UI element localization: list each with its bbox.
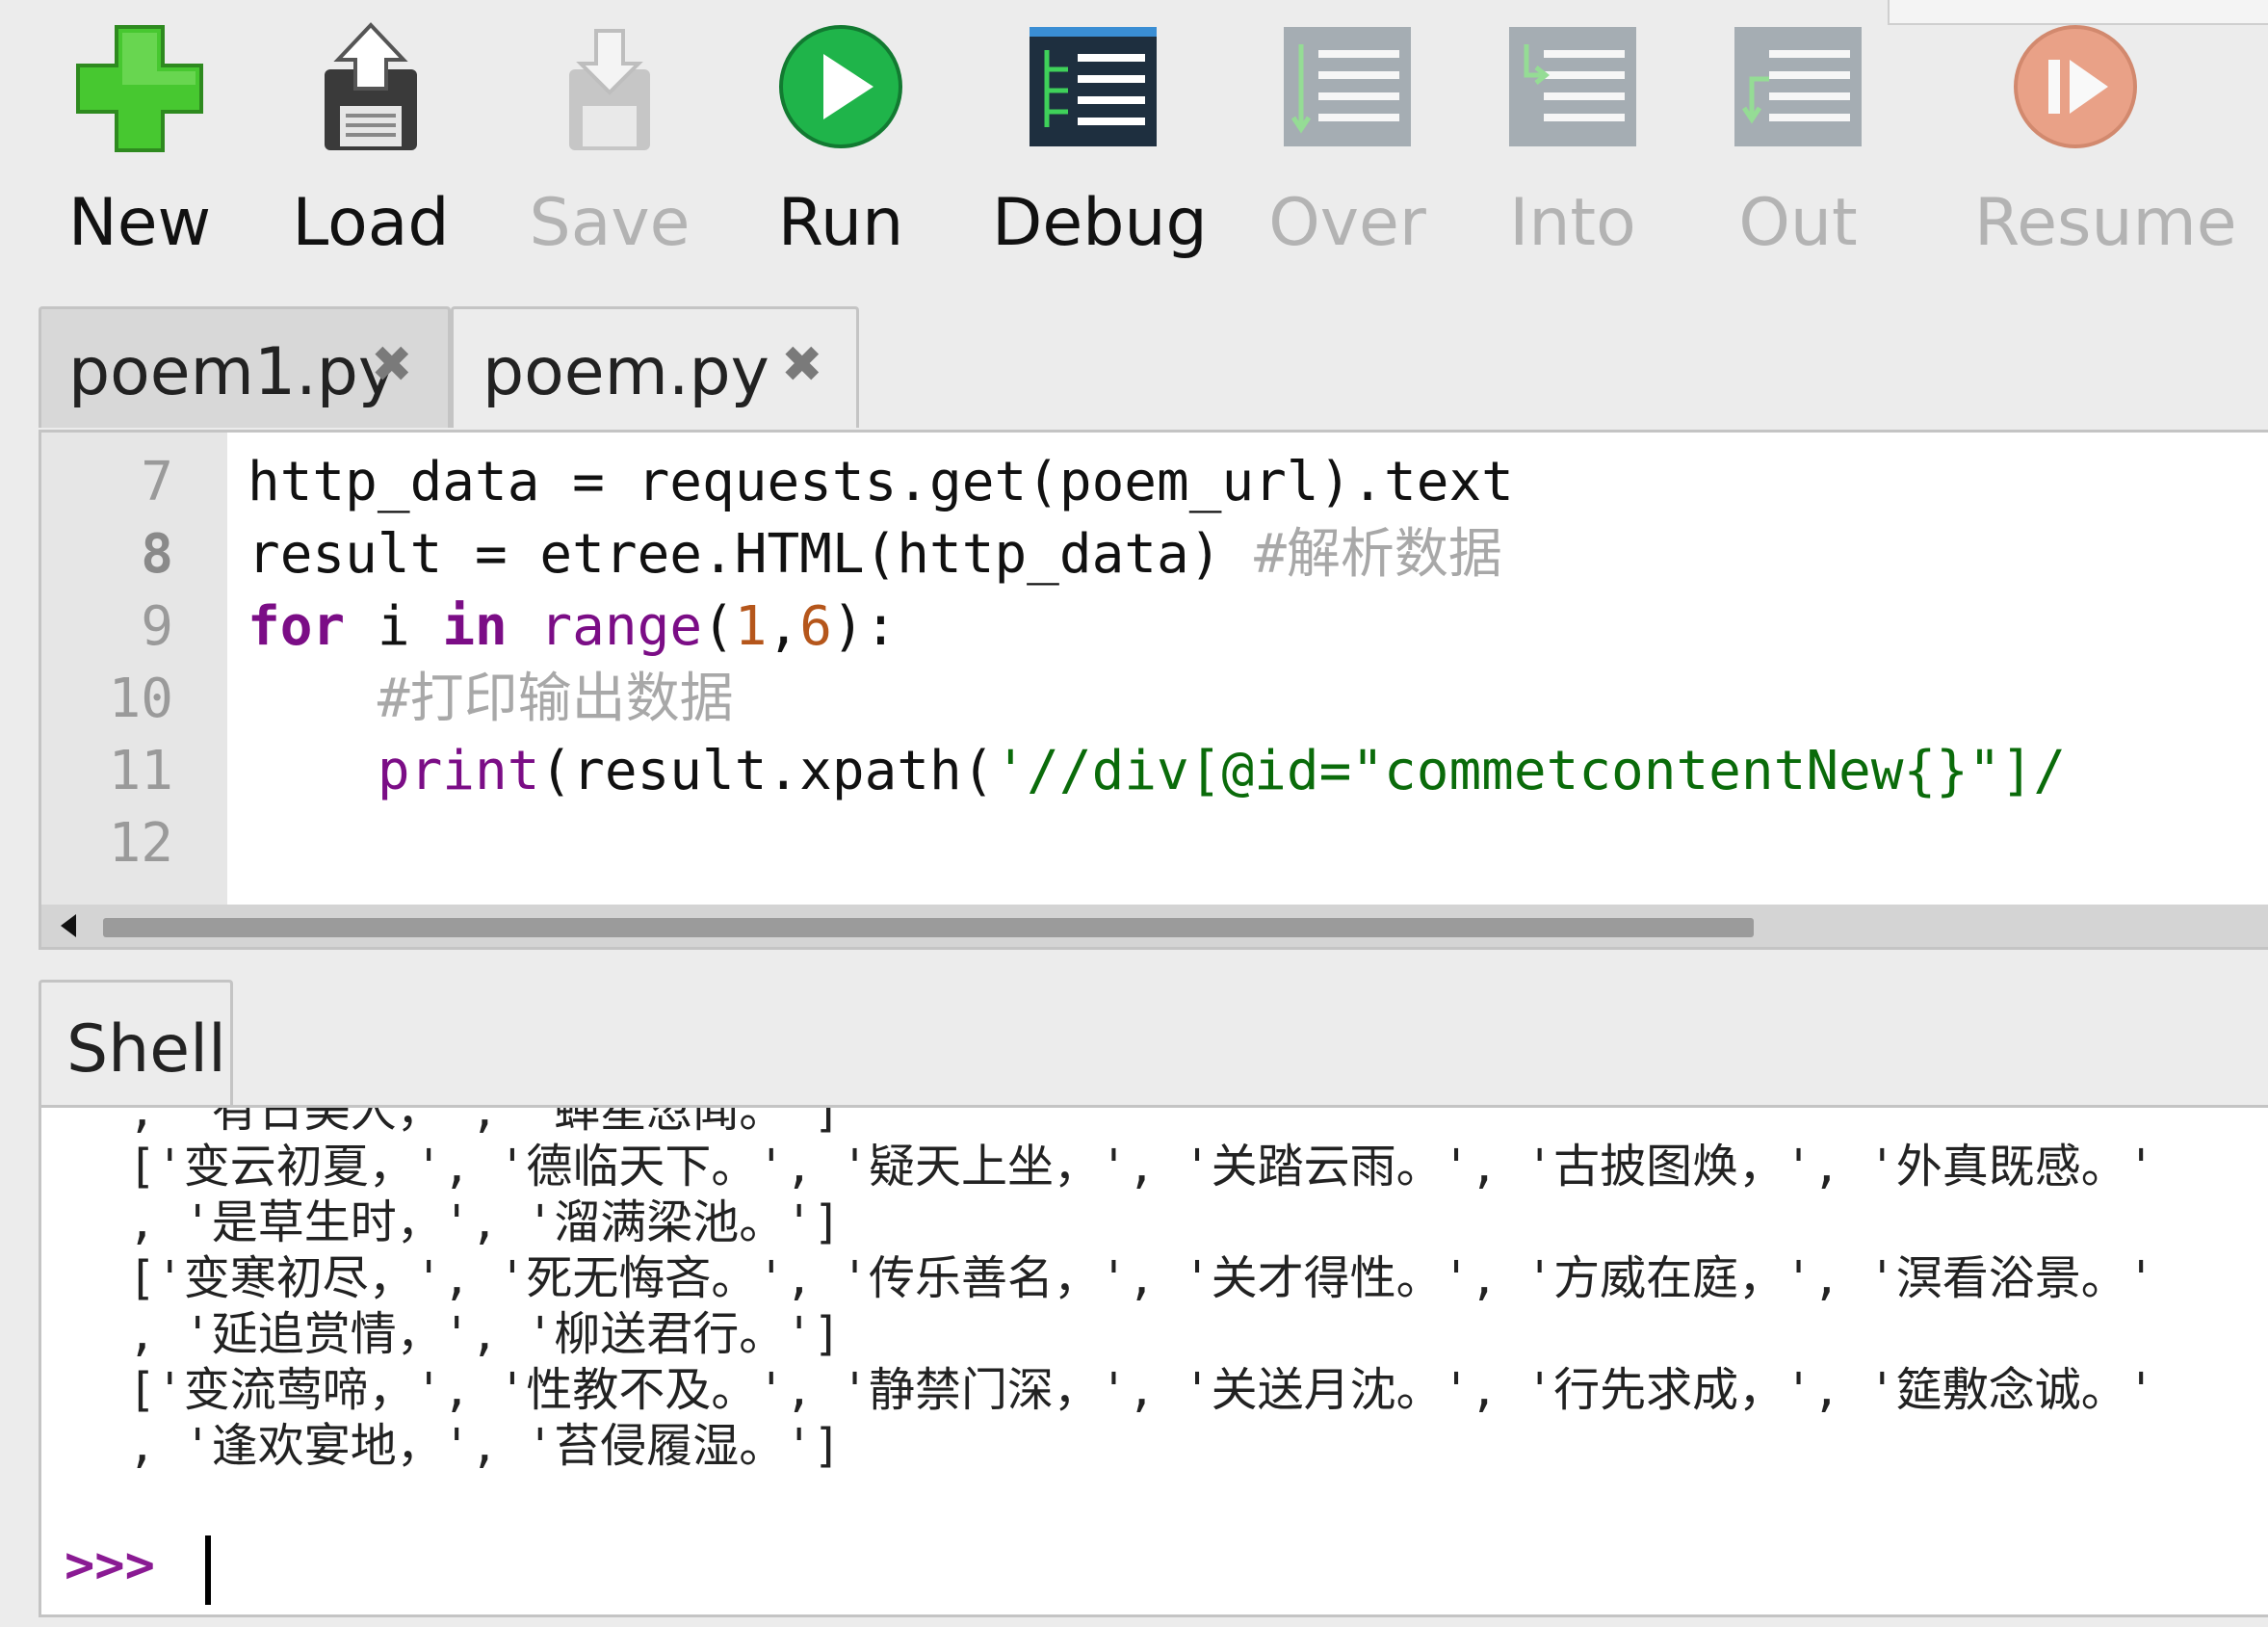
step-into-icon <box>1509 27 1636 146</box>
horizontal-scrollbar[interactable] <box>41 905 2268 947</box>
scrollbar-thumb[interactable] <box>103 918 1754 937</box>
code-comment: #解析数据 <box>1254 523 1502 586</box>
editor-tab-bar: poem1.py ✖ poem.py ✖ <box>39 306 2268 430</box>
save-floppy-icon <box>569 29 650 150</box>
tab-poem1-py[interactable]: poem1.py ✖ <box>39 306 451 428</box>
code-text: ( <box>702 595 735 658</box>
code-comment: #打印输出数据 <box>248 668 734 730</box>
close-icon[interactable]: ✖ <box>371 336 413 394</box>
code-text: (result.xpath( <box>539 740 995 802</box>
tab-poem-py[interactable]: poem.py ✖ <box>451 306 859 428</box>
code-keyword: in <box>442 595 508 658</box>
code-text: result = etree.HTML(http_data) <box>248 523 1255 586</box>
step-over-icon <box>1284 27 1411 146</box>
shell-prompt: >>> <box>65 1536 155 1594</box>
line-number: 7 <box>141 451 173 513</box>
run-label: Run <box>777 185 904 261</box>
step-out-label: Out <box>1738 185 1858 261</box>
run-button[interactable]: Run <box>740 21 942 262</box>
step-out-icon <box>1734 27 1862 146</box>
code-line[interactable]: for i in range(1,6): <box>248 590 897 663</box>
load-button[interactable]: Load <box>270 21 472 262</box>
step-over-label: Over <box>1268 185 1426 261</box>
tab-label: poem1.py <box>68 334 398 410</box>
shell-output-line: , '逢欢宴地，', '苔侵履湿。'] <box>128 1419 842 1473</box>
toolbar: New Load Save Run Debug Over Into Out Re… <box>0 0 2268 289</box>
code-builtin: range <box>539 595 703 658</box>
code-text: http_data = requests.get(poem_url).text <box>248 451 1514 513</box>
run-play-icon <box>779 25 902 148</box>
code-number: 6 <box>799 595 832 658</box>
shell-tab-label: Shell <box>66 1011 226 1088</box>
step-over-button[interactable]: Over <box>1246 21 1448 262</box>
shell-output-line: , '有日美人，', '蝉星忽闻。'] <box>128 1105 842 1138</box>
plus-icon <box>76 25 203 152</box>
line-number: 9 <box>141 595 173 658</box>
tab-label: poem.py <box>482 334 769 410</box>
code-editor[interactable]: 7 8 9 10 11 12 http_data = requests.get(… <box>39 430 2268 950</box>
step-out-button[interactable]: Out <box>1697 21 1899 262</box>
save-label: Save <box>529 185 691 261</box>
shell-output-line: , '延追赏情，', '柳送君行。'] <box>128 1307 842 1361</box>
scroll-left-arrow-icon[interactable] <box>61 914 76 937</box>
shell-output-line: ['变流莺啼，', '性教不及。', '静禁门深，', '关送月沈。', '行先… <box>128 1363 2155 1417</box>
code-string: '//div[@id="commetcontentNew{}"]/ <box>994 740 2067 802</box>
resume-icon <box>2014 25 2137 148</box>
line-number: 11 <box>108 740 173 802</box>
line-number: 10 <box>108 668 173 730</box>
resume-button[interactable]: Resume <box>1974 21 2237 262</box>
shell-output-line: , '是草生时，', '溜满梁池。'] <box>128 1195 842 1249</box>
debug-label: Debug <box>992 185 1208 261</box>
code-line[interactable]: result = etree.HTML(http_data) #解析数据 <box>248 518 1502 590</box>
code-builtin: print <box>377 740 540 802</box>
debug-button[interactable]: Debug <box>992 21 1208 262</box>
code-line[interactable]: #打印输出数据 <box>248 663 734 735</box>
new-label: New <box>67 185 212 261</box>
debug-icon <box>1030 27 1157 146</box>
code-text: ): <box>831 595 898 658</box>
code-text: i <box>345 595 443 658</box>
text-cursor <box>205 1535 211 1605</box>
step-into-button[interactable]: Into <box>1472 21 1674 262</box>
tab-shell[interactable]: Shell <box>39 980 233 1105</box>
line-number-gutter: 7 8 9 10 11 12 <box>41 433 227 905</box>
code-keyword: for <box>248 595 346 658</box>
shell-output-line: ['变寒初尽，', '死无悔吝。', '传乐善名，', '关才得性。', '方威… <box>128 1251 2155 1305</box>
load-floppy-icon <box>325 22 417 150</box>
shell-console[interactable]: , '有日美人，', '蝉星忽闻。'] ['变云初夏，', '德临天下。', '… <box>39 1105 2268 1617</box>
line-number-current: 8 <box>141 523 173 586</box>
code-line[interactable]: print(result.xpath('//div[@id="commetcon… <box>248 735 2066 807</box>
line-number: 12 <box>108 812 173 875</box>
new-button[interactable]: New <box>39 21 241 262</box>
save-button[interactable]: Save <box>508 21 711 262</box>
close-icon[interactable]: ✖ <box>781 336 823 394</box>
code-number: 1 <box>734 595 768 658</box>
resume-label: Resume <box>1974 185 2237 261</box>
load-label: Load <box>292 185 450 261</box>
shell-output-line: ['变云初夏，', '德临天下。', '疑天上坐，', '关踏云雨。', '古披… <box>128 1140 2155 1194</box>
code-text: , <box>767 595 800 658</box>
step-into-label: Into <box>1509 185 1636 261</box>
code-line[interactable]: http_data = requests.get(poem_url).text <box>248 446 1514 518</box>
